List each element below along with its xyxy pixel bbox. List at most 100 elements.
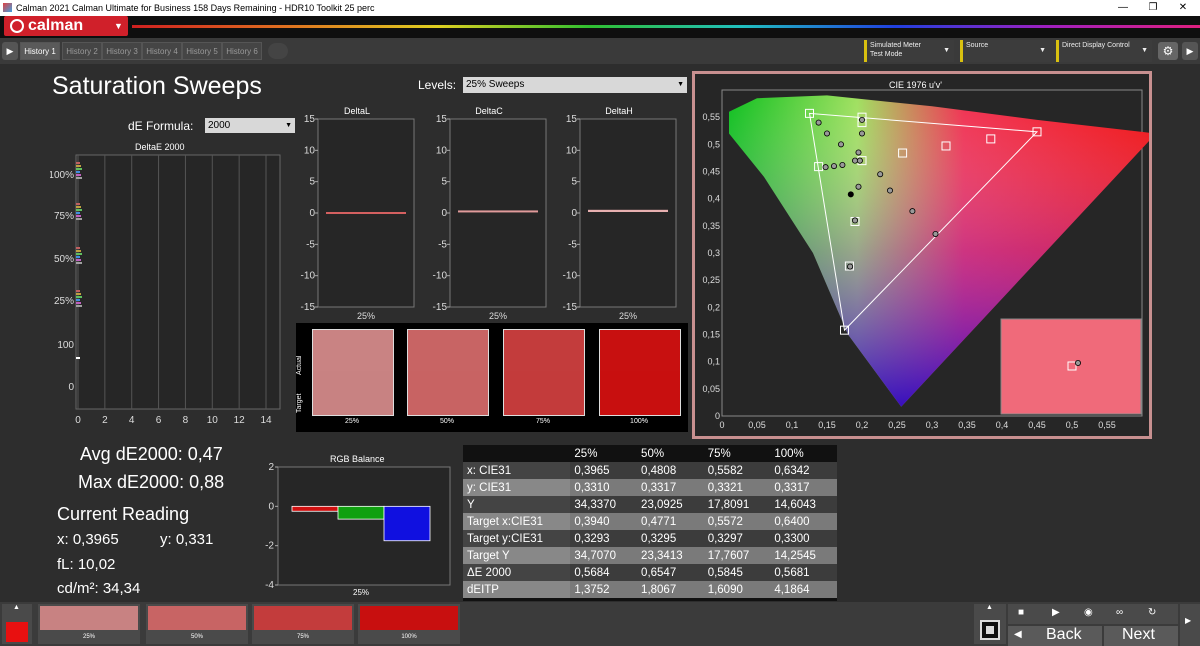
source-dropdown[interactable]: Source ▼ (960, 40, 1050, 62)
maximize-icon[interactable]: ❐ (1138, 0, 1168, 16)
tab-history-2[interactable]: History 2 (62, 42, 102, 60)
delta-y-tick: 15 (566, 114, 578, 125)
swatch-panel: Actual Target 25% 50% 75% 100% (296, 323, 688, 432)
deltae-bar (76, 262, 82, 264)
play-icon[interactable]: ▶ (1052, 607, 1060, 618)
delta-y-tick: 0 (309, 208, 315, 219)
tab-history-5[interactable]: History 5 (182, 42, 222, 60)
play-icon[interactable]: ▶ (2, 42, 18, 60)
direct-display-dropdown[interactable]: Direct Display Control ▼ (1056, 40, 1152, 62)
table-row: x: CIE31 0,3965 0,4808 0,5582 0,6342 (463, 462, 837, 479)
nav-expand[interactable]: ▶ (1180, 604, 1200, 646)
table-cell: 4,1864 (774, 583, 810, 596)
deltae-bar (76, 215, 81, 217)
deltae-x-tick: 14 (260, 415, 272, 426)
tab-history-3[interactable]: History 3 (102, 42, 142, 60)
delta-y-tick: -10 (433, 271, 448, 282)
rgb-y-tick: -2 (265, 541, 274, 552)
chevron-up-icon[interactable]: ▲ (13, 604, 20, 611)
cie-measured-point (877, 171, 884, 178)
table-cell: 0,6400 (774, 515, 810, 528)
deltae-bar (76, 302, 81, 304)
bottom-swatch-item[interactable]: 75% (252, 604, 354, 644)
swatch-target (312, 371, 394, 416)
cie-y-tick: 0,5 (707, 139, 720, 149)
bottom-swatch-label: 50% (190, 634, 203, 640)
delta-x-label: 25% (489, 311, 507, 320)
delta-x-label: 25% (619, 311, 637, 320)
table-cell: 14,6043 (774, 498, 816, 511)
rainbow-stripe (132, 25, 1200, 28)
refresh-icon[interactable]: ↻ (1148, 607, 1156, 618)
table-cell: 1,8067 (641, 583, 677, 596)
cie-measured-point (847, 263, 854, 270)
cie-y-tick: 0,1 (707, 357, 720, 367)
table-cell: x: CIE31 (463, 462, 571, 479)
cie-y-tick: 0,35 (702, 221, 720, 231)
bottom-swatch-color (360, 606, 458, 630)
cie-x-tick: 0,55 (1098, 420, 1116, 430)
record-icon[interactable]: ◉ (1084, 607, 1093, 618)
de-formula-select[interactable]: 2000 ▼ (205, 118, 295, 133)
table-row: dEITP 1,3752 1,8067 1,6090 4,1864 (463, 581, 837, 598)
tab-history-4[interactable]: History 4 (142, 42, 182, 60)
cie-measured-point (823, 130, 830, 137)
window-title: Calman 2021 Calman Ultimate for Business… (16, 3, 375, 13)
cie-chart-frame: CIE 1976 u'v' 0 0,05 0,1 0,15 0,2 0,25 0,3 0,35… (692, 71, 1152, 439)
cie-x-tick: 0,4 (996, 420, 1009, 430)
delta-y-tick: 15 (304, 114, 316, 125)
current-reading-title: Current Reading (57, 504, 190, 524)
minimize-icon[interactable]: — (1108, 0, 1138, 16)
play-icon[interactable]: ▶ (1182, 42, 1198, 60)
delta-y-tick: -5 (438, 239, 447, 250)
cie-x-tick: 0 (719, 420, 724, 430)
table-cell: 0,3965 (574, 464, 610, 477)
deltae-plot-area (75, 154, 281, 410)
add-tab-icon[interactable] (268, 43, 288, 59)
cie-current-point (847, 191, 854, 198)
deltae-bar (76, 212, 80, 214)
next-button[interactable]: Next (1104, 626, 1178, 646)
delta-x-label: 25% (357, 311, 375, 320)
results-table: 25% 50% 75% 100% x: CIE31 0,3965 0,4808 0,5582 0… (463, 445, 837, 598)
gear-icon[interactable]: ⚙ (1158, 42, 1178, 60)
bottom-swatch-item[interactable]: 100% (358, 604, 460, 644)
delta-y-tick: 15 (436, 114, 448, 125)
table-cell: 0,3293 (574, 532, 610, 545)
simulated-meter-dropdown[interactable]: Simulated Meter Test Mode ▼ (864, 40, 954, 62)
chevron-up-icon[interactable]: ▲ (986, 604, 993, 611)
table-cell: 17,7607 (707, 549, 750, 562)
back-button[interactable]: ◀ Back (1008, 626, 1102, 646)
deltae-y-tick: 100 (57, 340, 74, 351)
table-cell: 34,3370 (574, 498, 616, 511)
table-cell: 0,6342 (774, 464, 810, 477)
delta-y-tick: 0 (571, 208, 577, 219)
close-icon[interactable]: ✕ (1168, 0, 1198, 16)
table-header-cell: 50% (641, 447, 665, 460)
swatch-target (407, 371, 489, 416)
table-cell: Target x:CIE31 (463, 513, 571, 530)
loop-icon[interactable]: ∞ (1116, 607, 1123, 618)
stop-icon[interactable]: ■ (1018, 607, 1024, 618)
swatch-actual (312, 329, 394, 374)
cie-measured-point (851, 217, 858, 224)
cie-measured-point (837, 141, 844, 148)
deltae-x-tick: 8 (183, 415, 189, 426)
bottom-swatch-item[interactable]: 50% (146, 604, 248, 644)
calman-logo[interactable]: calman ▼ (4, 16, 128, 36)
stop-button[interactable] (980, 620, 1000, 640)
tab-history-1[interactable]: History 1 (20, 42, 60, 60)
rgb-y-tick: 2 (268, 462, 274, 473)
rgb-y-tick: 0 (268, 501, 274, 512)
table-header-row: 25% 50% 75% 100% (463, 445, 837, 462)
levels-select[interactable]: 25% Sweeps ▼ (463, 77, 687, 93)
tab-history-6[interactable]: History 6 (222, 42, 262, 60)
logo-text: calman (28, 17, 84, 34)
table-cell: dEITP (463, 581, 571, 598)
bottom-swatch-color (254, 606, 352, 630)
transport-controls: ■ ▶ ◉ ∞ ↻ (1008, 604, 1178, 624)
table-cell: 0,5572 (707, 515, 743, 528)
chevron-down-icon: ▼ (114, 21, 123, 31)
bottom-swatch-item[interactable]: 25% (38, 604, 140, 644)
app-icon (3, 3, 12, 12)
